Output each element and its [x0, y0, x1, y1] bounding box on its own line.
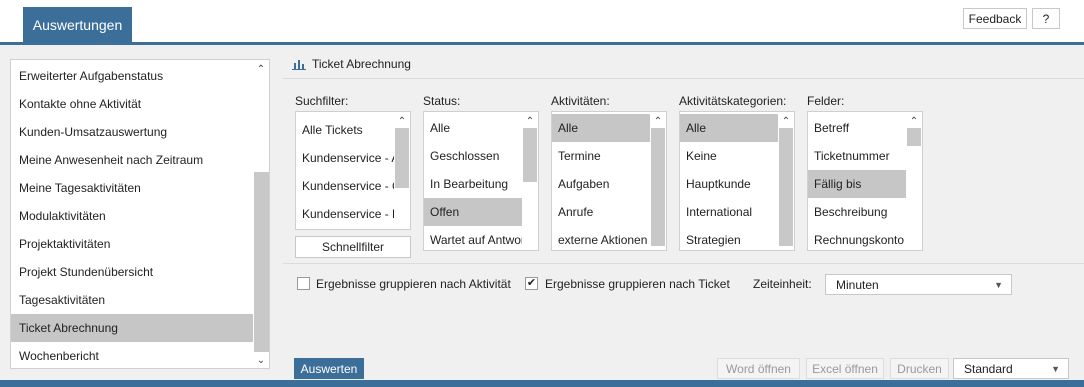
list-item[interactable]: Kundenservice - A: [296, 144, 394, 172]
scroll-up-icon[interactable]: ⌃: [650, 114, 666, 128]
bottom-accent-bar: [0, 380, 1084, 387]
group-activity-checkbox[interactable]: [297, 277, 310, 290]
report-list-scrollbar[interactable]: ⌃ ⌄: [253, 60, 269, 368]
status-scrollbar[interactable]: ⌃: [522, 112, 538, 250]
list-item[interactable]: Ticketnummer: [808, 142, 906, 170]
felder-list[interactable]: Betreff Ticketnummer Fällig bis Beschrei…: [807, 111, 923, 251]
list-item[interactable]: Alle Tickets: [296, 116, 394, 144]
word-open-button[interactable]: Word öffnen: [717, 358, 800, 379]
template-select[interactable]: Standard ▼: [953, 358, 1069, 379]
report-item[interactable]: Modulaktivitäten: [11, 202, 254, 230]
checkmark-icon: ✔: [526, 277, 537, 289]
status-list[interactable]: Alle Geschlossen In Bearbeitung Offen Wa…: [423, 111, 539, 251]
report-item[interactable]: Kontakte ohne Aktivität: [11, 90, 254, 118]
list-item[interactable]: Keine: [680, 142, 778, 170]
list-item[interactable]: Strategien: [680, 226, 778, 250]
zeiteinheit-value: Minuten: [836, 277, 879, 292]
auswerten-button[interactable]: Auswerten: [294, 358, 364, 379]
felder-scrollbar[interactable]: ⌃: [906, 112, 922, 250]
report-item-selected[interactable]: Ticket Abrechnung: [11, 314, 254, 342]
suchfilter-scrollbar[interactable]: ⌃: [394, 112, 410, 229]
schnellfilter-button[interactable]: Schnellfilter: [295, 236, 411, 258]
report-item[interactable]: Meine Anwesenheit nach Zeitraum: [11, 146, 254, 174]
list-item[interactable]: Aufgaben: [552, 170, 650, 198]
scrollbar-thumb[interactable]: [254, 172, 269, 352]
chevron-down-icon: ▼: [1051, 363, 1060, 374]
aktivitaeten-label: Aktivitäten:: [551, 94, 610, 108]
kategorien-label: Aktivitätskategorien:: [679, 94, 787, 108]
list-item[interactable]: International: [680, 198, 778, 226]
list-item-selected[interactable]: Alle: [552, 114, 650, 142]
divider: [283, 78, 1084, 79]
list-item-selected[interactable]: Fällig bis: [808, 170, 906, 198]
report-item[interactable]: Kunden-Umsatzauswertung: [11, 118, 254, 146]
group-activity-label[interactable]: Ergebnisse gruppieren nach Aktivität: [316, 277, 511, 291]
list-item[interactable]: Wartet auf Antwort: [424, 226, 522, 250]
scroll-down-icon[interactable]: ⌄: [253, 353, 269, 367]
list-item-selected[interactable]: Offen: [424, 198, 522, 226]
list-item[interactable]: Kundenservice - G: [296, 172, 394, 200]
panel-title: Ticket Abrechnung: [292, 55, 411, 73]
scrollbar-thumb[interactable]: [779, 128, 793, 246]
feedback-button[interactable]: Feedback: [963, 8, 1027, 29]
report-list[interactable]: Erweiterter Aufgabenstatus Kontakte ohne…: [10, 59, 270, 369]
list-item[interactable]: Betreff: [808, 114, 906, 142]
top-bar: Auswertungen Feedback ?: [0, 0, 1084, 45]
list-item[interactable]: Rechnungskonto: [808, 226, 906, 250]
scrollbar-thumb[interactable]: [395, 128, 409, 188]
kategorien-list[interactable]: Alle Keine Hauptkunde International Stra…: [679, 111, 795, 251]
list-item[interactable]: Alle: [424, 114, 522, 142]
aktivitaeten-list[interactable]: Alle Termine Aufgaben Anrufe externe Akt…: [551, 111, 667, 251]
list-item[interactable]: Kundenservice - E: [296, 200, 394, 228]
divider: [283, 263, 1084, 264]
report-item[interactable]: Projekt Stundenübersicht: [11, 258, 254, 286]
list-item[interactable]: Hauptkunde: [680, 170, 778, 198]
report-item[interactable]: Wochenbericht: [11, 342, 254, 368]
list-item[interactable]: In Bearbeitung: [424, 170, 522, 198]
excel-open-button[interactable]: Excel öffnen: [806, 358, 884, 379]
scroll-up-icon[interactable]: ⌃: [906, 114, 922, 128]
group-ticket-label[interactable]: Ergebnisse gruppieren nach Ticket: [545, 277, 730, 291]
zeiteinheit-label: Zeiteinheit:: [753, 277, 812, 291]
suchfilter-list[interactable]: Alle Tickets Kundenservice - A Kundenser…: [295, 111, 411, 230]
list-item[interactable]: Termine: [552, 142, 650, 170]
tab-underline: [0, 42, 1084, 45]
scrollbar-thumb[interactable]: [523, 128, 537, 182]
panel-title-text: Ticket Abrechnung: [312, 57, 411, 71]
bar-chart-icon: [292, 60, 306, 70]
suchfilter-label: Suchfilter:: [295, 94, 349, 108]
report-item[interactable]: Erweiterter Aufgabenstatus: [11, 62, 254, 90]
kategorien-scrollbar[interactable]: ⌃: [778, 112, 794, 250]
list-item[interactable]: Anrufe: [552, 198, 650, 226]
help-button[interactable]: ?: [1032, 8, 1060, 29]
report-item[interactable]: Meine Tagesaktivitäten: [11, 174, 254, 202]
status-label: Status:: [423, 94, 461, 108]
aktivitaeten-scrollbar[interactable]: ⌃: [650, 112, 666, 250]
print-button[interactable]: Drucken: [890, 358, 949, 379]
report-item[interactable]: Projektaktivitäten: [11, 230, 254, 258]
zeiteinheit-select[interactable]: Minuten ▼: [825, 274, 1012, 295]
felder-label: Felder:: [807, 94, 845, 108]
scroll-up-icon[interactable]: ⌃: [394, 114, 410, 128]
list-item[interactable]: Geschlossen: [424, 142, 522, 170]
scroll-up-icon[interactable]: ⌃: [522, 114, 538, 128]
chevron-down-icon: ▼: [994, 279, 1003, 290]
scrollbar-thumb[interactable]: [651, 128, 665, 246]
report-item[interactable]: Tagesaktivitäten: [11, 286, 254, 314]
scrollbar-thumb[interactable]: [907, 128, 921, 146]
template-value: Standard: [964, 361, 1013, 376]
list-item[interactable]: externe Aktionen: [552, 226, 650, 250]
scroll-up-icon[interactable]: ⌃: [253, 62, 269, 76]
list-item-selected[interactable]: Alle: [680, 114, 778, 142]
list-item[interactable]: Beschreibung: [808, 198, 906, 226]
tab-auswertungen[interactable]: Auswertungen: [23, 7, 132, 43]
scroll-up-icon[interactable]: ⌃: [778, 114, 794, 128]
group-ticket-checkbox[interactable]: ✔: [525, 277, 538, 290]
